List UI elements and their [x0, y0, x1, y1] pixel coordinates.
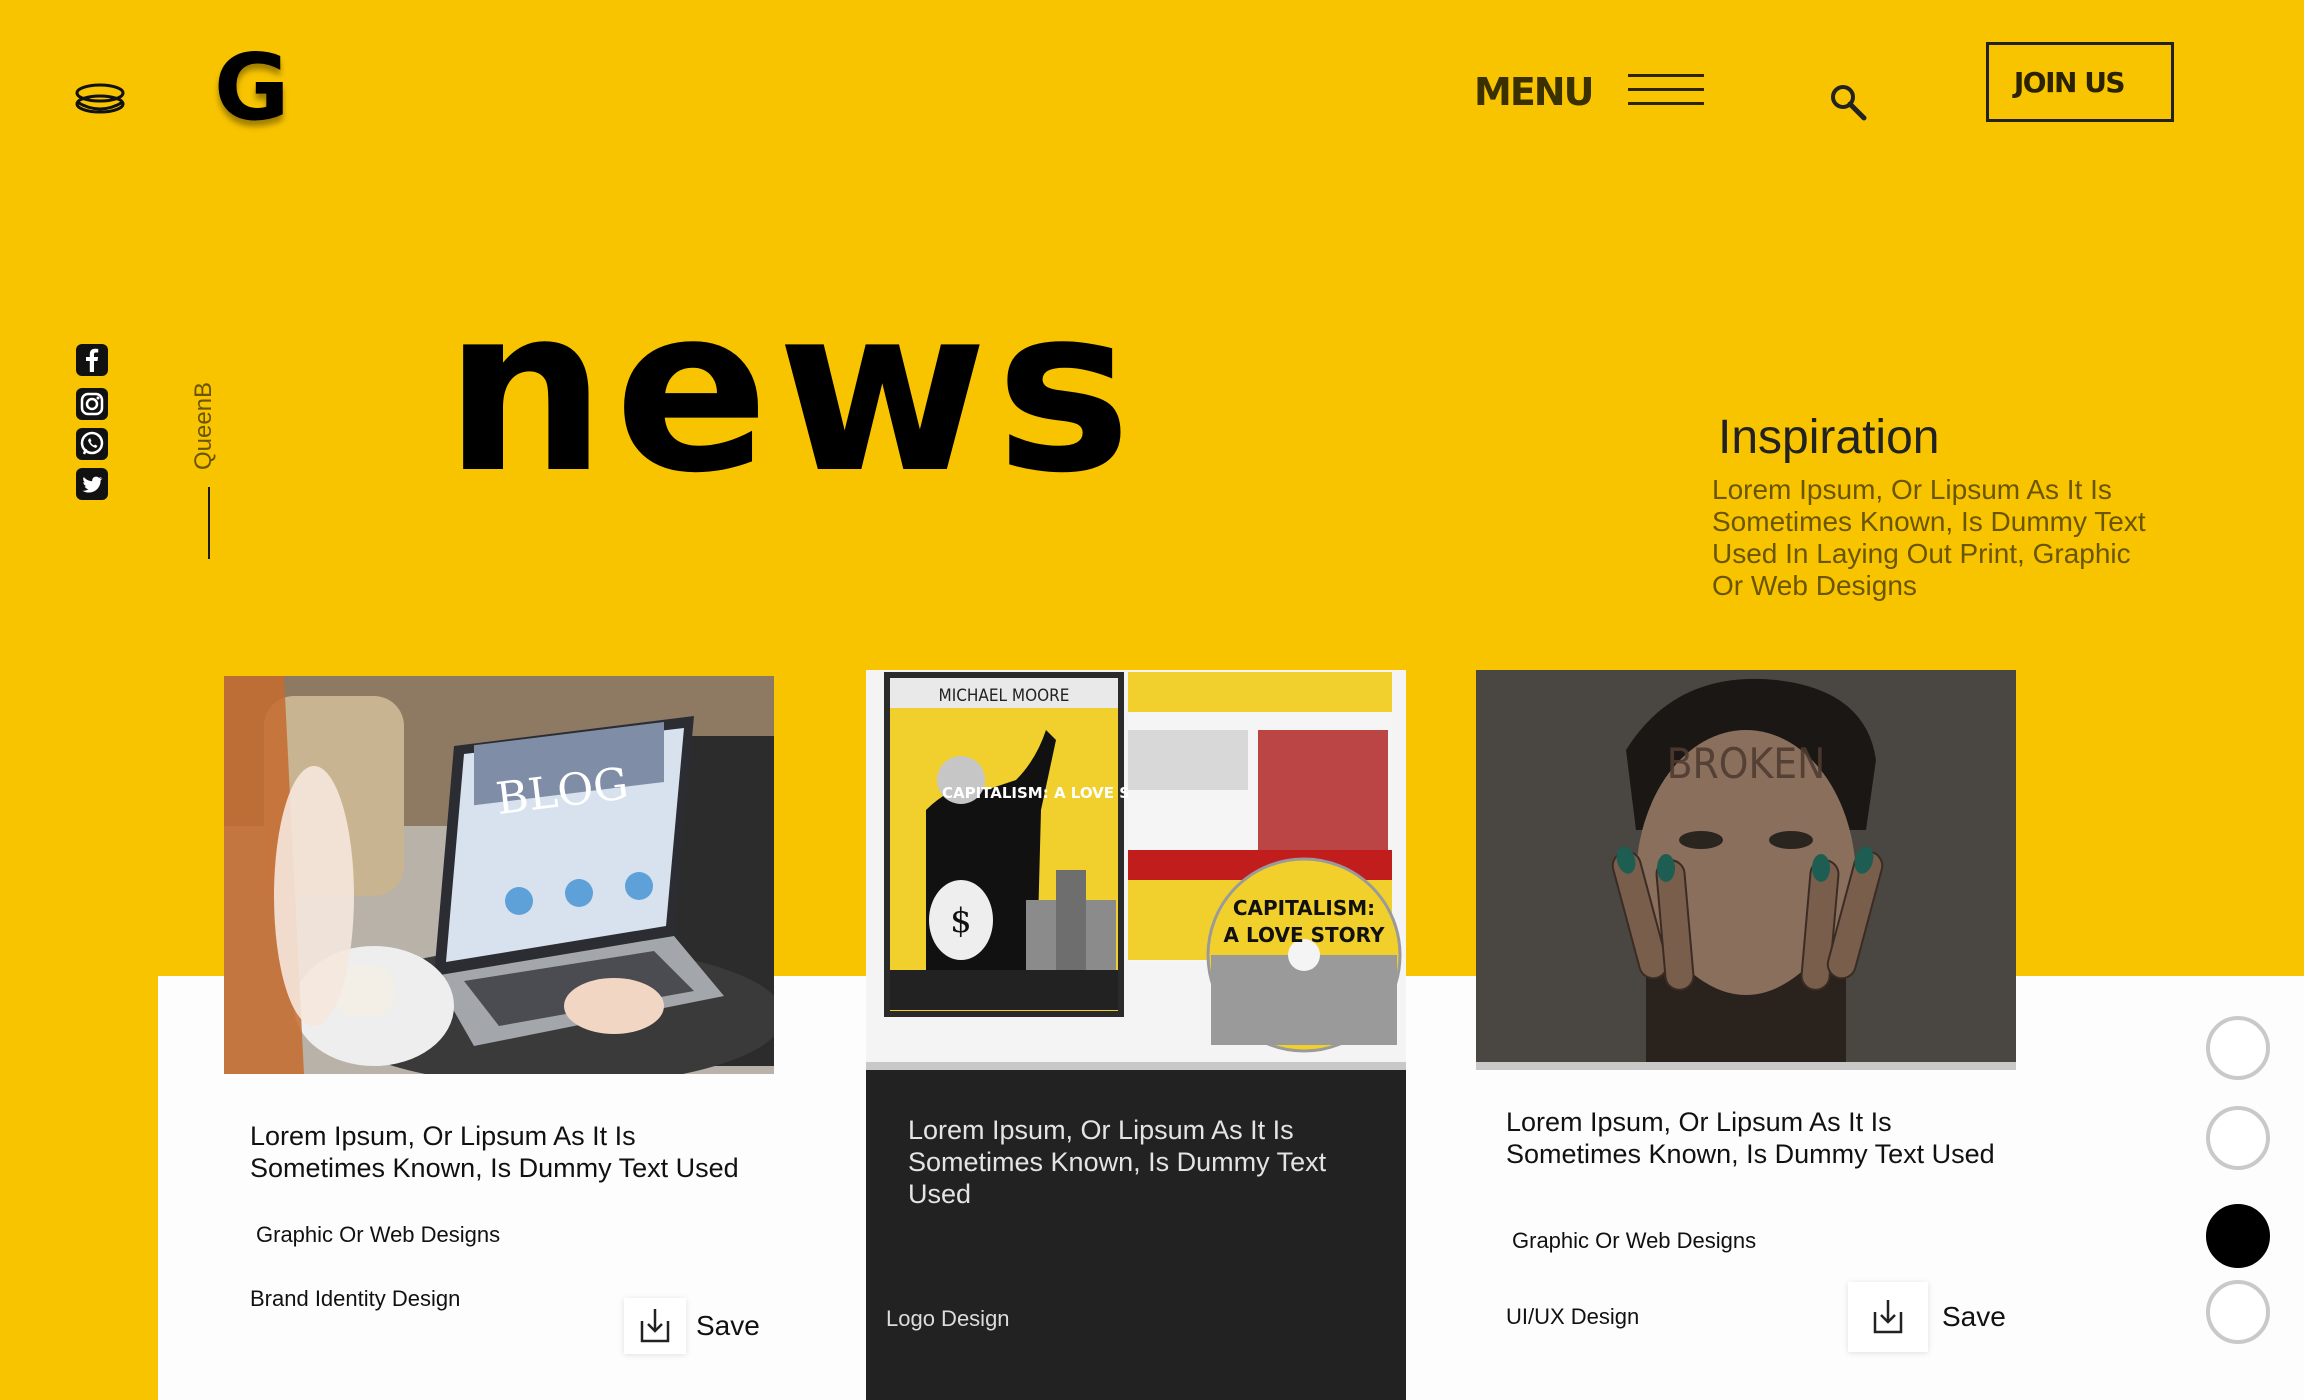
- card-category[interactable]: Logo Design: [886, 1306, 1010, 1332]
- whatsapp-icon[interactable]: [76, 428, 108, 460]
- hamburger-icon[interactable]: [1628, 72, 1704, 110]
- twitter-icon[interactable]: [76, 468, 108, 500]
- inspiration-text: Lorem Ipsum, Or Lipsum As It Is Sometime…: [1712, 474, 2146, 601]
- card-category[interactable]: UI/UX Design: [1506, 1304, 1639, 1330]
- portrait-card-image[interactable]: BROKEN: [1476, 670, 2016, 1070]
- save-icon[interactable]: [1848, 1282, 1928, 1352]
- facebook-icon[interactable]: [76, 344, 108, 376]
- vertical-brand-name: QueenB: [190, 381, 217, 470]
- stack-icon[interactable]: [74, 80, 126, 118]
- card-category[interactable]: Brand Identity Design: [250, 1286, 460, 1312]
- poster-card-image[interactable]: MICHAEL MOORE $ CAPITALISM: A LOVE STORY…: [866, 670, 1406, 1070]
- pagination-dot[interactable]: [2206, 1016, 2270, 1080]
- save-button[interactable]: Save: [1848, 1282, 2006, 1352]
- card-title: Lorem Ipsum, Or Lipsum As It Is Sometime…: [1506, 1107, 1995, 1169]
- svg-text:A LOVE STORY: A LOVE STORY: [1224, 923, 1385, 947]
- save-label: Save: [1942, 1301, 2006, 1332]
- save-button[interactable]: Save: [624, 1298, 760, 1354]
- blog-card-image[interactable]: BLOG: [224, 676, 774, 1074]
- svg-text:CAPITALISM:: CAPITALISM:: [1233, 896, 1375, 920]
- pagination-dot[interactable]: [2206, 1280, 2270, 1344]
- card-title: Lorem Ipsum, Or Lipsum As It Is Sometime…: [250, 1121, 739, 1183]
- search-icon[interactable]: [1828, 82, 1868, 122]
- instagram-icon[interactable]: [76, 388, 108, 420]
- save-label: Save: [696, 1310, 760, 1341]
- menu-label[interactable]: MENU: [1474, 70, 1594, 114]
- page-headline: news: [444, 257, 1140, 523]
- portrait-image-text: BROKEN: [1667, 739, 1826, 788]
- card-subtitle: Graphic Or Web Designs: [256, 1222, 501, 1247]
- save-icon[interactable]: [624, 1298, 686, 1354]
- card-subtitle: Graphic Or Web Designs: [1512, 1228, 1757, 1253]
- vertical-divider: [208, 487, 210, 559]
- poster-director: MICHAEL MOORE: [939, 686, 1070, 706]
- pagination-dot[interactable]: [2206, 1106, 2270, 1170]
- brand-logo[interactable]: G: [214, 38, 294, 138]
- join-us-button[interactable]: JOIN US: [1986, 42, 2174, 122]
- pagination-dot-active[interactable]: [2206, 1204, 2270, 1268]
- inspiration-title: Inspiration: [1718, 411, 1940, 464]
- card-title: Lorem Ipsum, Or Lipsum As It Is Sometime…: [908, 1115, 1327, 1209]
- svg-text:$: $: [950, 901, 972, 941]
